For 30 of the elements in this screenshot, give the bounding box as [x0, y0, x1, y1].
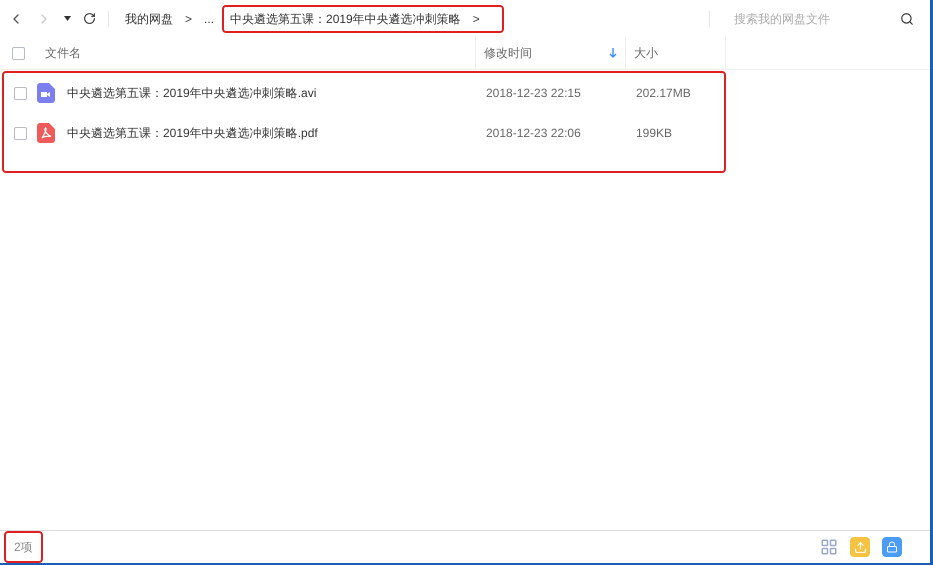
column-header[interactable]: 大小 [626, 37, 726, 69]
column-header[interactable]: 修改时间 [476, 37, 626, 69]
lock-icon[interactable] [882, 537, 902, 557]
checkbox[interactable] [12, 46, 25, 60]
grid-view-icon[interactable] [820, 538, 838, 556]
breadcrumb-separator: > [472, 12, 480, 26]
upload-icon[interactable] [850, 537, 870, 557]
search-icon[interactable] [900, 12, 914, 26]
dropdown-caret-icon[interactable] [64, 16, 71, 21]
file-size: 202.17MB [635, 85, 692, 102]
checkbox[interactable] [14, 126, 27, 140]
item-count: 2项 [4, 531, 43, 563]
modified-time: 2018-12-23 22:06 [485, 125, 582, 142]
refresh-icon[interactable] [83, 12, 96, 25]
modified-time: 2018-12-23 22:15 [485, 85, 582, 102]
video-file-icon [37, 83, 55, 103]
file-row[interactable]: 中央遴选第五课：2019年中央遴选冲刺策略.pdf 2018-12-23 22:06 199KB [4, 113, 724, 153]
search-field[interactable]: 搜索我的网盘文件 [734, 10, 884, 28]
breadcrumb-item[interactable]: ... [200, 6, 218, 30]
file-name: 中央遴选第五课：2019年中央遴选冲刺策略.pdf [67, 125, 318, 142]
column-header[interactable]: 文件名 [37, 37, 476, 69]
file-size: 199KB [635, 125, 674, 142]
pdf-file-icon [37, 123, 55, 143]
breadcrumb-separator: > [185, 10, 192, 28]
file-name: 中央遴选第五课：2019年中央遴选冲刺策略.avi [67, 85, 316, 102]
file-row[interactable]: 中央遴选第五课：2019年中央遴选冲刺策略.avi 2018-12-23 22:15 202.17MB [4, 73, 724, 113]
sort-down-icon [609, 48, 617, 58]
breadcrumb-item[interactable]: 我的网盘 [121, 6, 177, 30]
breadcrumb-item[interactable]: 中央遴选第五课：2019年中央遴选冲刺策略 > [222, 4, 504, 32]
checkbox[interactable] [14, 86, 27, 100]
